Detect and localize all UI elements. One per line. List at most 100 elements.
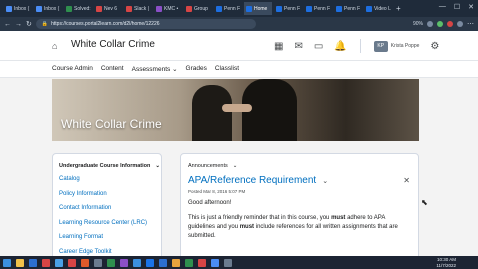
chevron-down-icon[interactable]: ⌄ [155, 163, 160, 169]
user-name[interactable]: Krista Poppe [391, 43, 420, 49]
announcements-widget: Announcements ⌄ APA/Reference Requiremen… [180, 153, 419, 263]
avatar[interactable]: KP [373, 40, 388, 52]
profile-icon[interactable] [457, 21, 463, 27]
nav-item[interactable]: Assessments ⌄ [132, 65, 178, 73]
chevron-down-icon[interactable]: ⌄ [322, 177, 328, 185]
divider [359, 39, 361, 53]
tab-favicon-icon [36, 5, 42, 12]
banner-image-handshake [222, 104, 252, 112]
browser-tab[interactable]: Slack | [124, 2, 152, 15]
announcement-title[interactable]: APA/Reference Requirement [188, 175, 316, 186]
back-icon[interactable]: ← [4, 21, 11, 28]
extension-icon[interactable] [447, 21, 453, 27]
notification-bell-icon[interactable]: 🔔 [334, 41, 346, 52]
taskbar-app-icon[interactable] [42, 258, 50, 267]
taskbar-app-icon[interactable] [224, 258, 232, 267]
course-info-link[interactable]: Learning Resource Center (LRC) [59, 220, 147, 235]
tab-favicon-icon [66, 5, 72, 12]
taskbar-app-icon[interactable] [81, 258, 89, 267]
course-title[interactable]: White Collar Crime [71, 39, 155, 50]
extension-icon[interactable] [437, 21, 443, 27]
menu-icon[interactable]: ⋯ [467, 20, 474, 28]
taskbar-app-icon[interactable] [146, 258, 154, 267]
gear-icon[interactable]: ⚙ [430, 41, 439, 52]
banner-title: White Collar Crime [61, 117, 162, 131]
course-banner: White Collar Crime [52, 79, 419, 141]
nav-item[interactable]: Classlist [215, 65, 239, 73]
taskbar-app-icon[interactable] [159, 258, 167, 267]
close-icon[interactable]: ✕ [468, 3, 474, 11]
browser-tab[interactable]: Inbox ( [34, 2, 62, 15]
url-text: https://courses.portal2learn.com/d2l/hom… [51, 21, 160, 27]
browser-tab[interactable]: Solved: [64, 2, 92, 15]
course-info-link[interactable]: Policy Information [59, 191, 147, 206]
browser-tab[interactable]: Video L [364, 2, 392, 15]
course-selector-icon[interactable]: ▦ [274, 41, 283, 52]
browser-tab[interactable]: Nev 6 [94, 2, 122, 15]
close-icon[interactable]: ✕ [403, 176, 410, 185]
taskbar-app-icon[interactable] [68, 258, 76, 267]
taskbar-app-icon[interactable] [172, 258, 180, 267]
browser-tab[interactable]: Inbox ( [4, 2, 32, 15]
taskbar-app-icon[interactable] [29, 258, 37, 267]
tab-label: Nev 6 [104, 5, 118, 12]
windows-start-icon[interactable] [3, 258, 11, 267]
zoom-level[interactable]: 90% [413, 21, 423, 27]
browser-tab[interactable]: Penn F [274, 2, 302, 15]
course-info-widget: Undergraduate Course Information ⌄ Catal… [52, 153, 162, 263]
address-bar[interactable]: 🔒 https://courses.portal2learn.com/d2l/h… [35, 19, 256, 29]
announcement-body: Good afternoon! This is just a friendly … [188, 199, 413, 247]
browser-tab[interactable]: KMC • [154, 2, 182, 15]
chat-icon[interactable]: ▭ [314, 41, 323, 52]
lock-icon: 🔒 [41, 21, 49, 27]
taskbar-app-icon[interactable] [133, 258, 141, 267]
new-tab-icon[interactable]: + [396, 4, 401, 13]
taskbar-app-icon[interactable] [94, 258, 102, 267]
announcement-text: This is just a friendly reminder that in… [188, 215, 332, 221]
course-info-link[interactable]: Contact Information [59, 205, 147, 220]
nav-item[interactable]: Content [101, 65, 124, 73]
tab-favicon-icon [186, 5, 192, 12]
taskbar-app-icon[interactable] [211, 258, 219, 267]
widget-title: Announcements [188, 163, 228, 169]
home-icon[interactable]: ⌂ [52, 41, 57, 51]
taskbar-app-icon[interactable] [120, 258, 128, 267]
nav-item[interactable]: Grades [186, 65, 207, 73]
browser-tab[interactable]: Home [244, 2, 272, 15]
taskbar-app-icon[interactable] [55, 258, 63, 267]
announcement-date: Posted Mar 8, 2016 5:07 PM [188, 189, 246, 194]
minimize-icon[interactable]: — [439, 3, 446, 11]
file-explorer-icon[interactable] [16, 258, 24, 267]
tab-favicon-icon [96, 5, 102, 12]
tab-favicon-icon [156, 5, 162, 12]
tab-label: Inbox ( [44, 5, 60, 12]
chevron-down-icon[interactable]: ⌄ [233, 163, 238, 169]
maximize-icon[interactable]: ☐ [454, 3, 460, 11]
course-info-link[interactable]: Catalog [59, 176, 147, 191]
reload-icon[interactable]: ↻ [26, 20, 32, 28]
tab-favicon-icon [366, 5, 372, 12]
forward-icon[interactable]: → [15, 21, 22, 28]
taskbar-clock[interactable]: 10:30 AM 11/7/2022 [436, 257, 456, 268]
taskbar-app-icon[interactable] [185, 258, 193, 267]
browser-tab[interactable]: Penn F [334, 2, 362, 15]
course-header: ⌂ White Collar Crime ▦ ✉ ▭ 🔔 KP Krista P… [0, 31, 478, 61]
tab-label: Inbox ( [14, 5, 30, 12]
tab-favicon-icon [246, 5, 252, 12]
browser-tab[interactable]: Group [184, 2, 212, 15]
nav-item[interactable]: Course Admin [52, 65, 93, 73]
browser-tab[interactable]: Penn F [304, 2, 332, 15]
tab-label: Slack | [134, 5, 149, 12]
taskbar-app-icon[interactable] [107, 258, 115, 267]
course-info-link[interactable]: Learning Format [59, 234, 147, 249]
window-controls: — ☐ ✕ [439, 3, 474, 11]
extension-icon[interactable] [427, 21, 433, 27]
tab-label: Penn F [284, 5, 301, 12]
taskbar-app-icon[interactable] [198, 258, 206, 267]
tab-label: Group [194, 5, 208, 12]
tab-favicon-icon [276, 5, 282, 12]
message-icon[interactable]: ✉ [294, 41, 302, 52]
browser-tab[interactable]: Penn F [214, 2, 242, 15]
course-navbar: Course Admin Content Assessments ⌄ Grades Cl… [0, 61, 478, 78]
widget-title: Undergraduate Course Information [59, 163, 151, 169]
